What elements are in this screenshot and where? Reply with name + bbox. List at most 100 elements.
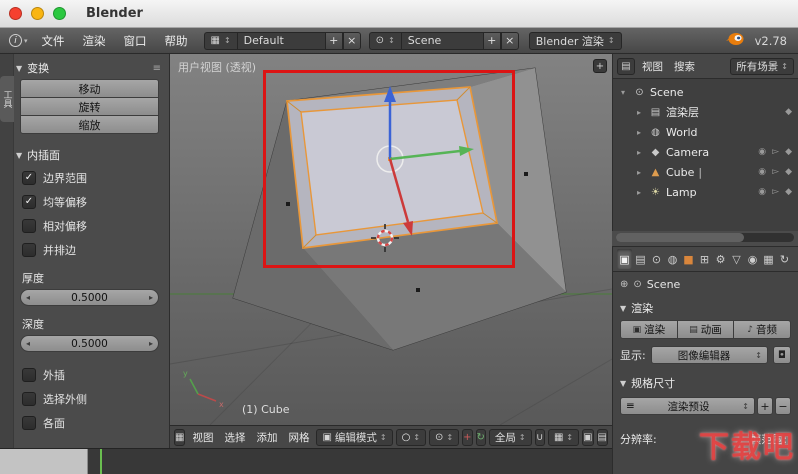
checkbox[interactable]: ✓ (22, 218, 36, 233)
manipulator-rotate-toggle[interactable]: ↻ (475, 428, 486, 446)
outliner-menu-search[interactable]: 搜索 (670, 58, 699, 75)
checkbox-row-boundary[interactable]: ✓ 边界范围 (22, 167, 167, 188)
mode-selector[interactable]: ▣ 编辑模式 ↕ (316, 428, 393, 446)
tab-world[interactable]: ◍ (665, 249, 680, 269)
3d-viewport[interactable]: x y 用户视图 (透视) (1) Cube + (170, 54, 612, 425)
slider-right-arrow-icon[interactable]: ▸ (149, 339, 153, 348)
chevron-right-icon[interactable]: ▸ (637, 188, 645, 197)
inset-panel-header[interactable]: ▼ 内插面 (16, 146, 167, 164)
menu-add[interactable]: 添加 (252, 429, 281, 446)
checkbox[interactable]: ✓ (22, 391, 36, 406)
visibility-eye-icon[interactable]: ◉ (758, 147, 766, 157)
menu-window[interactable]: 窗口 (116, 31, 155, 51)
info-menu-button[interactable]: i ▾ (5, 34, 32, 47)
chevron-right-icon[interactable]: ▸ (637, 148, 645, 157)
menu-view[interactable]: 视图 (188, 429, 217, 446)
close-window-button[interactable] (9, 7, 22, 20)
tab-modifiers[interactable]: ⚙ (713, 249, 728, 269)
tab-scene[interactable]: ⊙ (649, 249, 664, 269)
animation-button[interactable]: ▤ 动画 (676, 320, 735, 339)
tab-object-data[interactable]: ▽ (729, 249, 744, 269)
timeline-editor[interactable] (0, 448, 612, 474)
renderability-icon[interactable]: ◆ (785, 167, 792, 177)
outliner-item-renderlayers[interactable]: ▸ ▤ 渲染层 ◆ (613, 102, 798, 122)
checkbox[interactable]: ✓ (22, 242, 36, 257)
menu-file[interactable]: 文件 (34, 31, 73, 51)
visibility-eye-icon[interactable]: ◉ (758, 187, 766, 197)
selectability-icon[interactable]: ▻ (772, 147, 779, 157)
render-presets-dropdown[interactable]: ≡ 渲染预设 ↕ (620, 397, 755, 415)
selectability-icon[interactable]: ▻ (772, 187, 779, 197)
dimensions-panel-header[interactable]: ▼ 规格尺寸 (620, 375, 791, 391)
chevron-right-icon[interactable]: ▸ (637, 108, 645, 117)
tab-constraints[interactable]: ⊞ (697, 249, 712, 269)
renderability-icon[interactable]: ◆ (785, 187, 792, 197)
outliner-item-world[interactable]: ▸ ◍ World (613, 122, 798, 142)
panel-menu-icon[interactable]: ≡ (153, 63, 161, 74)
render-button[interactable]: ▣ 渲染 (620, 320, 678, 339)
checkbox-row-select-outer[interactable]: ✓ 选择外侧 (22, 388, 167, 409)
tool-shelf-tab-tools[interactable]: 工具 (0, 76, 14, 122)
visibility-eye-icon[interactable]: ◉ (758, 167, 766, 177)
menu-help[interactable]: 帮助 (157, 31, 196, 51)
editor-type-button[interactable]: ▤ (617, 57, 635, 75)
rotate-button[interactable]: 旋转 (20, 97, 159, 116)
outliner-item-camera[interactable]: ▸ ◆ Camera ◉ ▻ ◆ (613, 142, 798, 162)
snap-toggle[interactable]: ∪ (534, 428, 545, 446)
tab-material[interactable]: ◉ (745, 249, 760, 269)
checkbox-row-individual[interactable]: ✓ 各面 (22, 412, 167, 433)
outliner-horizontal-scrollbar[interactable] (616, 233, 794, 242)
tab-render[interactable]: ▣ (617, 249, 632, 269)
minimize-window-button[interactable] (31, 7, 44, 20)
remove-preset-button[interactable]: − (775, 397, 791, 415)
snap-element-selector[interactable]: ▦ ↕ (547, 428, 580, 446)
screen-layout-name[interactable]: Default (236, 31, 325, 50)
tab-physics[interactable]: ↻ (777, 249, 792, 269)
outliner-item-cube[interactable]: ▸ ▲ Cube | ◉ ▻ ◆ (613, 162, 798, 182)
checkbox-row-offset-even[interactable]: ✓ 均等偏移 (22, 191, 167, 212)
render-engine-selector[interactable]: Blender 渲染 ↕ (528, 31, 622, 50)
pivot-selector[interactable]: ⊙ ↕ (429, 428, 460, 446)
browse-scene-button[interactable]: ⊙ ↕ (368, 31, 401, 50)
render-opengl-anim-button[interactable]: ▤ (596, 428, 608, 446)
outliner-menu-view[interactable]: 视图 (638, 58, 667, 75)
transform-panel-header[interactable]: ▼ 变换 ≡ (16, 59, 167, 77)
close-screen-button[interactable]: × (342, 31, 361, 50)
checkbox-row-edge-rail[interactable]: ✓ 并排边 (22, 239, 167, 260)
pin-icon[interactable]: ⊕ (620, 279, 628, 290)
add-preset-button[interactable]: + (757, 397, 773, 415)
checkbox[interactable]: ✓ (22, 170, 36, 185)
browse-screen-button[interactable]: ▦ ↕ (203, 31, 237, 50)
thickness-slider[interactable]: ◂ 0.5000 ▸ (20, 289, 159, 306)
checkbox[interactable]: ✓ (22, 367, 36, 382)
menu-render[interactable]: 渲染 (75, 31, 114, 51)
close-scene-button[interactable]: × (500, 31, 519, 50)
chevron-right-icon[interactable]: ▸ (637, 128, 645, 137)
add-screen-button[interactable]: + (324, 31, 343, 50)
manipulator-translate-toggle[interactable]: + (462, 428, 473, 446)
scene-name[interactable]: Scene (400, 31, 483, 50)
scale-button[interactable]: 缩放 (20, 115, 159, 134)
tab-object[interactable]: ■ (681, 249, 696, 269)
zoom-window-button[interactable] (53, 7, 66, 20)
checkbox[interactable]: ✓ (22, 194, 36, 209)
display-mode-dropdown[interactable]: 图像编辑器 ↕ (650, 346, 768, 364)
checkbox-row-offset-relative[interactable]: ✓ 相对偏移 (22, 215, 167, 236)
render-opengl-button[interactable]: ▣ (582, 428, 594, 446)
renderability-icon[interactable]: ◆ (785, 147, 792, 157)
lock-ui-button[interactable]: ◘ (773, 346, 791, 364)
add-scene-button[interactable]: + (482, 31, 501, 50)
chevron-right-icon[interactable]: ▸ (637, 168, 645, 177)
region-expand-icon[interactable]: + (593, 59, 607, 73)
translate-button[interactable]: 移动 (20, 79, 159, 98)
orientation-selector[interactable]: 全局 ↕ (488, 428, 532, 446)
menu-mesh[interactable]: 网格 (284, 429, 313, 446)
menu-select[interactable]: 选择 (220, 429, 249, 446)
scrollbar-thumb[interactable] (616, 233, 745, 242)
checkbox-row-outset[interactable]: ✓ 外插 (22, 364, 167, 385)
outliner-display-mode-selector[interactable]: 所有场景 ↕ (730, 57, 794, 75)
outliner-item-lamp[interactable]: ▸ ☀ Lamp ◉ ▻ ◆ (613, 182, 798, 202)
outliner-item-scene[interactable]: ▾ ⊙ Scene (613, 82, 798, 102)
tab-render-layers[interactable]: ▤ (633, 249, 648, 269)
renderability-icon[interactable]: ◆ (785, 107, 792, 117)
